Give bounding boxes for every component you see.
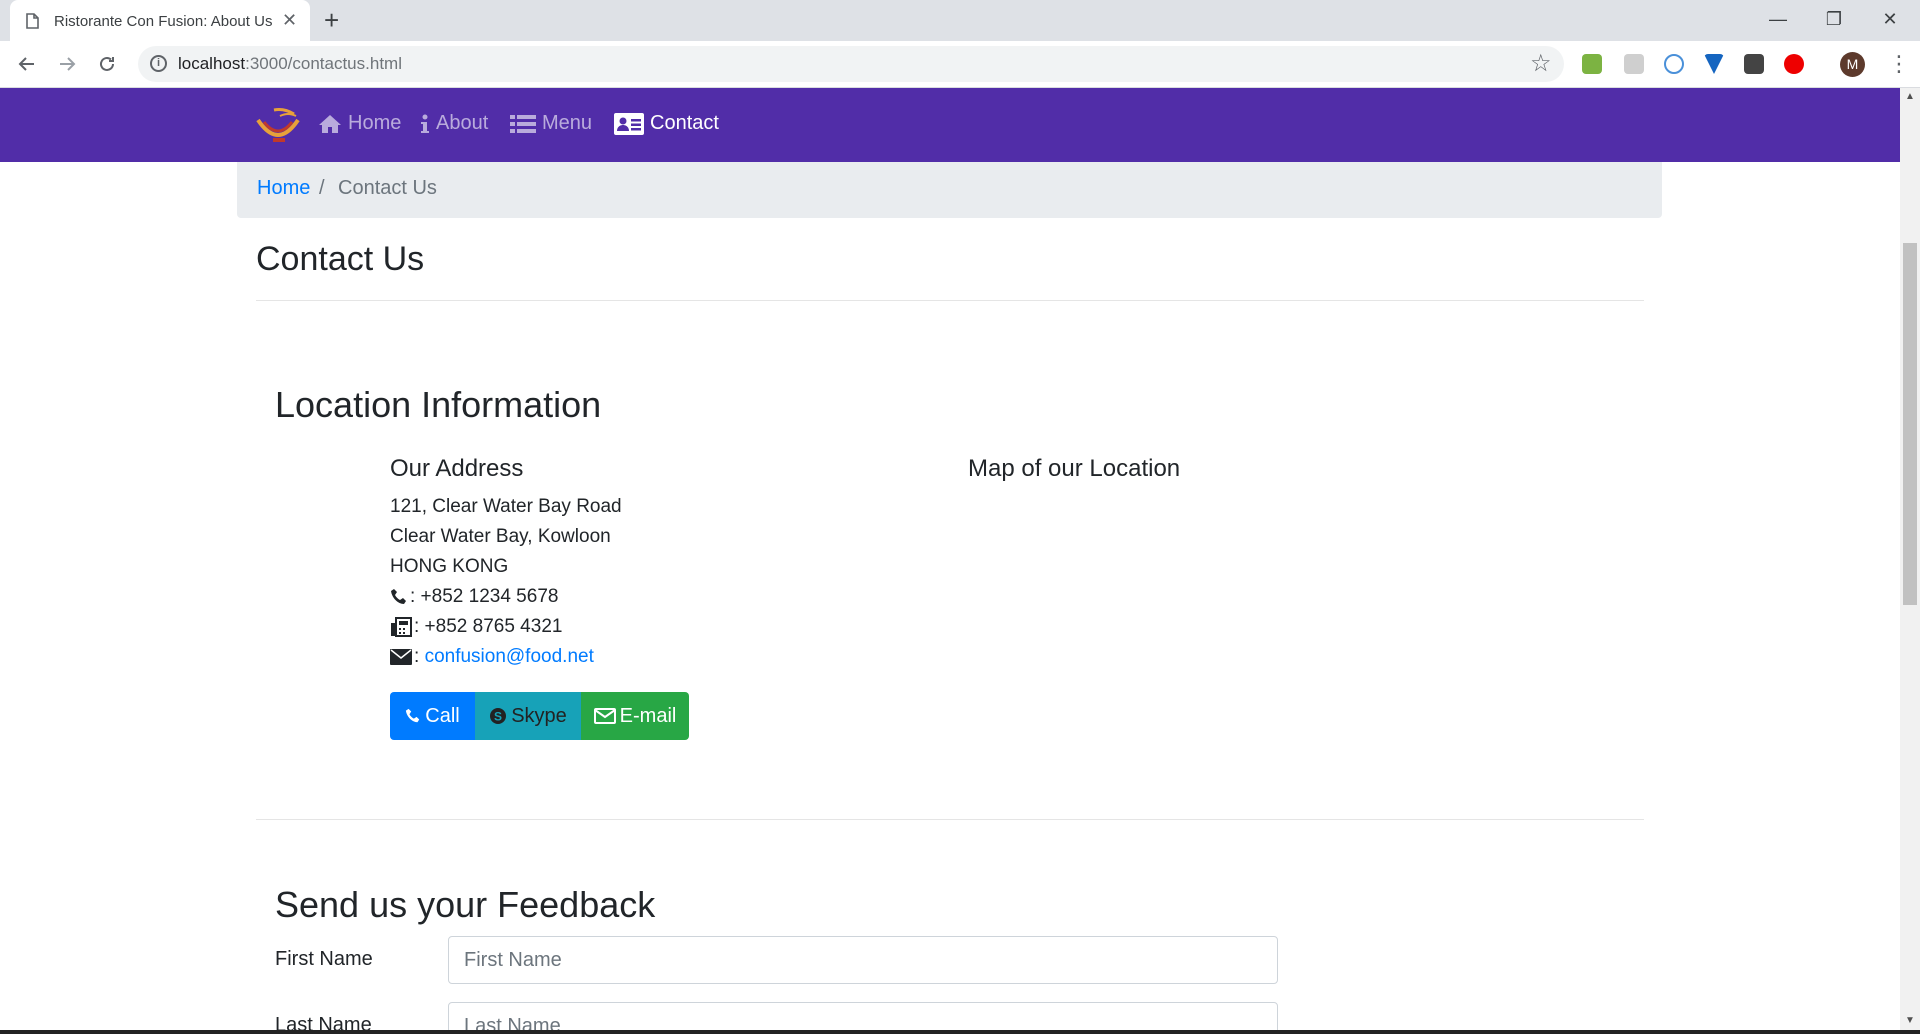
extension-icon[interactable] — [1582, 54, 1602, 74]
contact-button-group: Call S Skype E-mail — [390, 692, 689, 740]
browser-tab-strip: Ristorante Con Fusion: About Us ✕ + — ❐ … — [0, 0, 1920, 41]
nav-home-label: Home — [348, 112, 402, 134]
extension-icon[interactable] — [1704, 54, 1724, 74]
url-text[interactable]: localhost:3000/contactus.html — [178, 54, 402, 74]
email-separator: : — [414, 646, 425, 667]
site-navbar: Home About Menu Contact — [0, 88, 1900, 162]
scrollbar-thumb[interactable] — [1903, 243, 1917, 605]
nav-menu[interactable]: Menu — [510, 112, 592, 135]
skype-icon: S — [490, 708, 507, 724]
fax-line: : +852 8765 4321 — [390, 616, 562, 638]
feedback-heading: Send us your Feedback — [275, 884, 656, 925]
divider — [256, 819, 1644, 820]
breadcrumb-current: Contact Us — [338, 177, 437, 199]
reload-icon[interactable] — [92, 49, 122, 79]
phone-number: : +852 1234 5678 — [410, 586, 559, 607]
forward-arrow-icon[interactable] — [52, 49, 82, 79]
pocket-icon[interactable] — [1744, 54, 1764, 74]
restaurant-logo[interactable] — [254, 106, 302, 151]
envelope-icon — [390, 649, 412, 665]
address-heading: Our Address — [390, 455, 524, 482]
extension-icon[interactable] — [1664, 54, 1684, 74]
nav-about[interactable]: About — [420, 112, 488, 135]
skype-button[interactable]: S Skype — [475, 692, 581, 740]
svg-text:S: S — [494, 710, 502, 724]
menu-kebab-icon[interactable]: ⋮ — [1888, 49, 1910, 79]
fax-number: : +852 8765 4321 — [414, 616, 563, 637]
address-line: Clear Water Bay, Kowloon — [390, 526, 611, 547]
breadcrumb: Home / Contact Us — [237, 162, 1662, 218]
minimize-icon[interactable]: — — [1750, 6, 1806, 32]
nav-home[interactable]: Home — [318, 112, 401, 135]
email-line: : confusion@food.net — [390, 646, 594, 668]
scroll-up-icon[interactable]: ▲ — [1900, 88, 1920, 105]
phone-icon — [406, 708, 420, 723]
call-button-label: Call — [425, 704, 460, 727]
close-window-icon[interactable]: ✕ — [1862, 6, 1918, 32]
email-link[interactable]: confusion@food.net — [425, 646, 594, 668]
divider — [256, 300, 1644, 301]
last-name-input[interactable] — [448, 1002, 1278, 1032]
info-icon[interactable]: i — [150, 55, 167, 72]
window-bottom-edge — [0, 1030, 1920, 1034]
avatar[interactable]: M — [1840, 52, 1865, 77]
list-icon — [510, 114, 536, 133]
address-line: HONG KONG — [390, 556, 509, 577]
email-button[interactable]: E-mail — [581, 692, 689, 740]
extension-icon[interactable] — [1784, 54, 1804, 74]
phone-line: : +852 1234 5678 — [390, 586, 558, 608]
phone-icon — [391, 589, 406, 604]
location-heading: Location Information — [275, 384, 602, 425]
nav-menu-label: Menu — [542, 112, 593, 134]
skype-button-label: Skype — [511, 704, 567, 727]
first-name-input[interactable] — [448, 936, 1278, 984]
page-scrollbar[interactable]: ▲ ▼ — [1900, 88, 1920, 1032]
envelope-icon — [593, 708, 616, 724]
new-tab-button[interactable]: + — [324, 6, 339, 34]
home-icon — [319, 114, 341, 133]
email-button-label: E-mail — [619, 704, 677, 727]
scroll-down-icon[interactable]: ▼ — [1900, 1012, 1920, 1029]
breadcrumb-home-link[interactable]: Home — [257, 177, 310, 200]
info-icon — [421, 114, 429, 133]
restore-icon[interactable]: ❐ — [1806, 6, 1862, 32]
breadcrumb-separator: / — [319, 177, 325, 199]
tab-title: Ristorante Con Fusion: About Us — [54, 13, 273, 30]
page-title: Contact Us — [256, 240, 425, 278]
nav-contact-label: Contact — [650, 112, 719, 134]
back-arrow-icon[interactable] — [12, 49, 42, 79]
nav-about-label: About — [436, 112, 489, 134]
address-line: 121, Clear Water Bay Road — [390, 496, 622, 517]
tab-close-icon[interactable]: ✕ — [282, 11, 297, 29]
call-button[interactable]: Call — [390, 692, 475, 740]
address-card-icon — [614, 112, 644, 135]
nav-contact[interactable]: Contact — [614, 112, 719, 135]
page-viewport: Home About Menu Contact Home / Contact U… — [0, 88, 1900, 1032]
star-icon[interactable]: ☆ — [1530, 49, 1552, 78]
first-name-label: First Name — [275, 948, 373, 970]
fax-icon — [391, 617, 412, 637]
browser-tab[interactable]: Ristorante Con Fusion: About Us ✕ — [10, 0, 310, 41]
address-bar[interactable]: i localhost:3000/contactus.html ☆ — [138, 46, 1564, 82]
extension-icon[interactable] — [1624, 54, 1644, 74]
page-icon — [26, 13, 39, 34]
browser-toolbar: i localhost:3000/contactus.html ☆ M ⋮ — [0, 41, 1920, 88]
map-heading: Map of our Location — [968, 455, 1181, 482]
